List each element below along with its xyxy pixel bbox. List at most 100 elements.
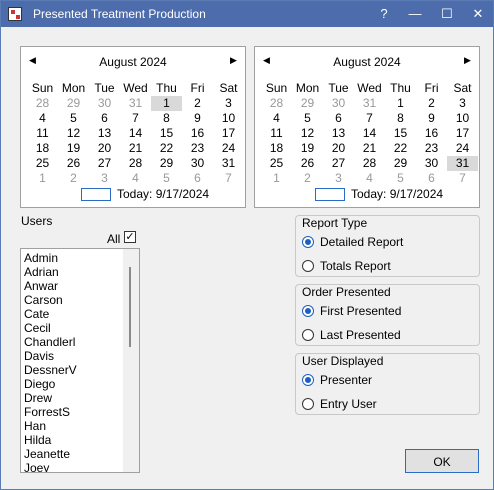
calendar-day[interactable]: 1 [261,171,292,186]
calendar-from[interactable]: ◀ August 2024 ▶ Sun Mon Tue Wed Thu Fri … [20,46,246,208]
radio-label[interactable]: Last Presented [320,328,401,342]
calendar-day[interactable]: 18 [27,141,58,156]
list-item[interactable]: Diego [24,377,55,391]
calendar-day[interactable]: 11 [261,126,292,141]
calendar-day[interactable]: 24 [447,141,478,156]
calendar-day[interactable]: 31 [213,156,244,171]
calendar-day[interactable]: 2 [58,171,89,186]
calendar-day[interactable]: 15 [151,126,182,141]
calendar-day[interactable]: 24 [213,141,244,156]
last-presented-radio[interactable] [302,329,314,341]
list-item[interactable]: Drew [24,391,52,405]
calendar-day[interactable]: 21 [354,141,385,156]
calendar-day[interactable]: 27 [323,156,354,171]
calendar-month-title[interactable]: August 2024 [255,55,479,69]
list-item[interactable]: Joey [24,461,49,472]
calendar-day[interactable]: 23 [182,141,213,156]
calendar-day[interactable]: 9 [182,111,213,126]
calendar-day[interactable]: 4 [354,171,385,186]
calendar-day[interactable]: 6 [182,171,213,186]
calendar-day[interactable]: 19 [58,141,89,156]
calendar-day[interactable]: 6 [323,111,354,126]
calendar-day[interactable]: 31 [354,96,385,111]
calendar-day[interactable]: 21 [120,141,151,156]
calendar-day[interactable]: 12 [58,126,89,141]
calendar-day[interactable]: 29 [292,96,323,111]
calendar-day[interactable]: 4 [120,171,151,186]
calendar-day[interactable]: 8 [151,111,182,126]
close-button[interactable]: ✕ [468,5,488,23]
calendar-day[interactable]: 20 [89,141,120,156]
calendar-day[interactable]: 3 [89,171,120,186]
radio-label[interactable]: Detailed Report [320,235,403,249]
calendar-day[interactable]: 3 [323,171,354,186]
list-item[interactable]: Adrian [24,265,59,279]
calendar-day[interactable]: 15 [385,126,416,141]
calendar-day[interactable]: 7 [120,111,151,126]
calendar-day[interactable]: 28 [354,156,385,171]
calendar-day[interactable]: 7 [213,171,244,186]
calendar-day[interactable]: 1 [27,171,58,186]
next-month-icon[interactable]: ▶ [230,55,237,66]
calendar-day[interactable]: 10 [447,111,478,126]
list-item[interactable]: Admin [24,251,58,265]
ok-button[interactable]: OK [405,449,479,473]
list-item[interactable]: DessnerV [24,363,77,377]
list-item[interactable]: Jeanette [24,447,70,461]
calendar-day[interactable]: 4 [261,111,292,126]
radio-label[interactable]: Totals Report [320,259,391,273]
calendar-day[interactable]: 3 [213,96,244,111]
calendar-day[interactable]: 28 [261,96,292,111]
maximize-button[interactable]: ☐ [437,5,457,23]
calendar-day[interactable]: 13 [323,126,354,141]
calendar-day[interactable]: 7 [447,171,478,186]
calendar-day[interactable]: 25 [261,156,292,171]
radio-label[interactable]: Presenter [320,373,372,387]
calendar-day[interactable]: 29 [151,156,182,171]
entry-user-radio[interactable] [302,398,314,410]
list-item[interactable]: Carson [24,293,63,307]
calendar-day[interactable]: 18 [261,141,292,156]
calendar-day[interactable]: 11 [27,126,58,141]
help-button[interactable]: ? [374,5,394,23]
users-listbox[interactable]: Admin Adrian Anwar Carson Cate Cecil Cha… [20,248,140,473]
totals-report-radio[interactable] [302,260,314,272]
calendar-to[interactable]: ◀ August 2024 ▶ Sun Mon Tue Wed Thu Fri … [254,46,480,208]
calendar-day[interactable]: 30 [89,96,120,111]
calendar-day[interactable]: 30 [182,156,213,171]
first-presented-radio[interactable] [302,305,314,317]
radio-label[interactable]: First Presented [320,304,401,318]
calendar-day[interactable]: 6 [416,171,447,186]
calendar-day[interactable]: 5 [292,111,323,126]
calendar-day[interactable]: 5 [385,171,416,186]
calendar-day[interactable]: 17 [447,126,478,141]
next-month-icon[interactable]: ▶ [464,55,471,66]
calendar-day[interactable]: 30 [323,96,354,111]
calendar-day[interactable]: 8 [385,111,416,126]
calendar-day[interactable]: 16 [182,126,213,141]
calendar-day[interactable]: 6 [89,111,120,126]
list-item[interactable]: Chandlerl [24,335,75,349]
list-item[interactable]: Davis [24,349,54,363]
calendar-day[interactable]: 7 [354,111,385,126]
calendar-day[interactable]: 4 [27,111,58,126]
calendar-day[interactable]: 22 [385,141,416,156]
calendar-day[interactable]: 28 [120,156,151,171]
calendar-day[interactable]: 26 [292,156,323,171]
calendar-month-title[interactable]: August 2024 [21,55,245,69]
calendar-day-selected[interactable]: 1 [151,96,182,111]
calendar-day[interactable]: 25 [27,156,58,171]
calendar-day[interactable]: 10 [213,111,244,126]
calendar-day[interactable]: 17 [213,126,244,141]
scrollbar-thumb[interactable] [129,267,131,347]
calendar-day[interactable]: 16 [416,126,447,141]
calendar-day[interactable]: 29 [385,156,416,171]
calendar-day[interactable]: 5 [58,111,89,126]
calendar-day[interactable]: 1 [385,96,416,111]
list-item[interactable]: Anwar [24,279,58,293]
calendar-day[interactable]: 12 [292,126,323,141]
calendar-day[interactable]: 9 [416,111,447,126]
list-item[interactable]: Hilda [24,433,51,447]
list-item[interactable]: Cate [24,307,49,321]
calendar-day[interactable]: 2 [416,96,447,111]
